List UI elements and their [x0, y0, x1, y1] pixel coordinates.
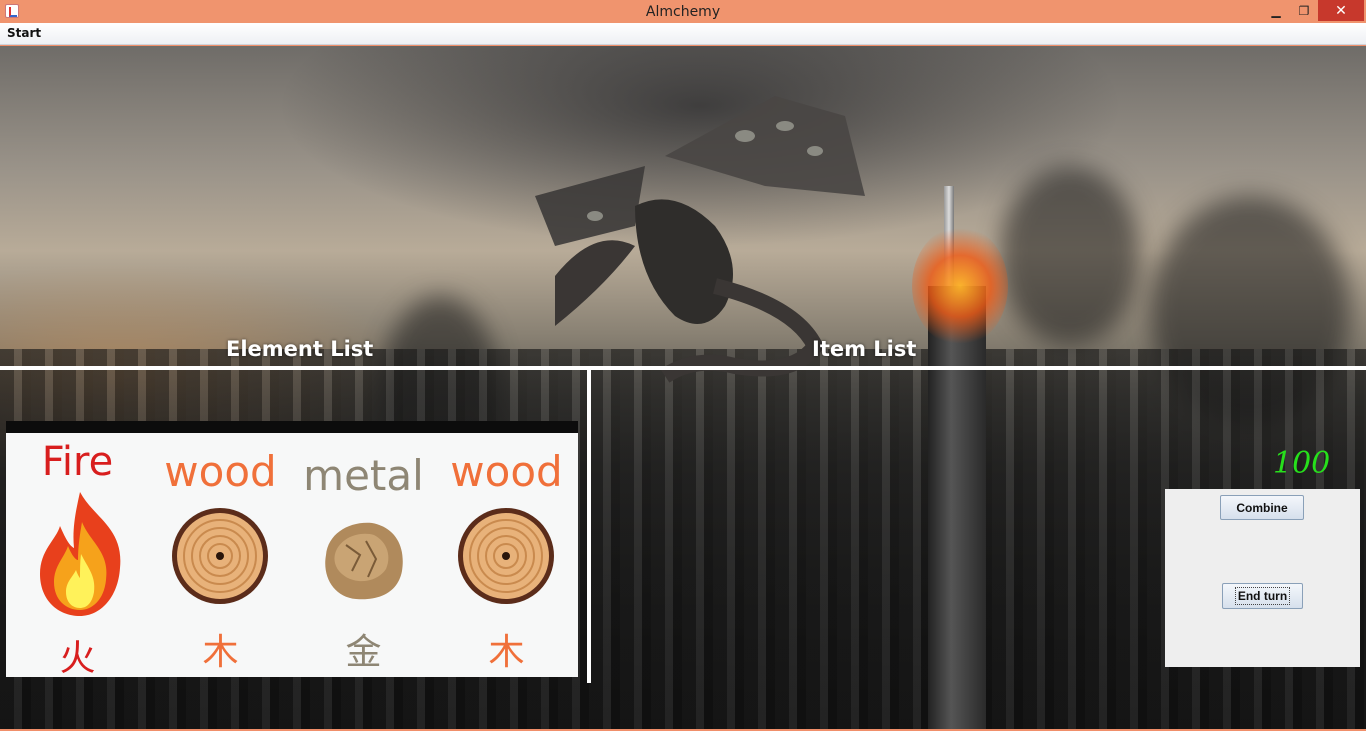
- element-glyph: 木: [202, 632, 239, 673]
- wood-log-icon: [172, 508, 268, 604]
- java-app-icon: [5, 4, 19, 18]
- element-list-panel: Fire 火 wood 木 metal 金 wood 木: [6, 421, 578, 679]
- element-card-wood[interactable]: wood 木: [435, 433, 578, 677]
- fire-icon: [40, 492, 121, 616]
- title-bar: Almchemy ▁ ❐ ✕: [0, 0, 1366, 23]
- close-button[interactable]: ✕: [1318, 0, 1364, 21]
- minimize-button[interactable]: ▁: [1262, 0, 1290, 21]
- menu-start[interactable]: Start: [7, 26, 41, 40]
- window-title: Almchemy: [645, 3, 721, 20]
- end-turn-button[interactable]: End turn: [1222, 583, 1303, 609]
- element-card-metal[interactable]: metal 金: [292, 433, 435, 677]
- element-glyph: 金: [345, 632, 382, 673]
- element-name: Fire: [41, 439, 114, 485]
- end-turn-label: End turn: [1234, 587, 1291, 605]
- tower-fire: [912, 226, 1008, 346]
- element-card-fire[interactable]: Fire 火: [6, 433, 149, 679]
- element-name: metal: [303, 451, 424, 500]
- element-glyph: 火: [59, 638, 96, 679]
- element-list-label: Element List: [226, 337, 374, 361]
- element-glyph: 木: [488, 632, 525, 673]
- combine-button[interactable]: Combine: [1220, 495, 1304, 520]
- vertical-divider: [587, 370, 591, 683]
- item-list-label: Item List: [812, 337, 917, 361]
- burning-tower: [928, 286, 986, 729]
- action-panel: Combine End turn: [1165, 489, 1360, 667]
- menu-bar: Start: [0, 23, 1366, 45]
- element-name: wood: [450, 447, 563, 496]
- smoke-plume: [1000, 166, 1140, 346]
- element-card-wood[interactable]: wood 木: [149, 433, 292, 677]
- maximize-button[interactable]: ❐: [1290, 0, 1318, 21]
- horizontal-divider: [0, 366, 1366, 370]
- wood-log-icon: [458, 508, 554, 604]
- metal-ore-icon: [325, 522, 403, 600]
- element-name: wood: [164, 447, 277, 496]
- score-display: 100: [1273, 446, 1331, 481]
